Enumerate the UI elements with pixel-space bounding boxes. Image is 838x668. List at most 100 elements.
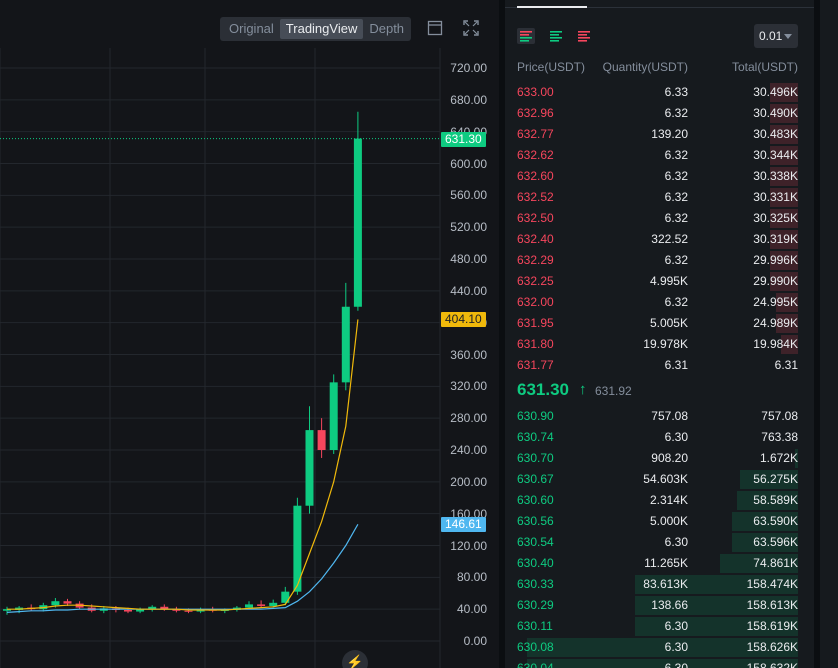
orderbook-mode-both-icon[interactable]: [517, 28, 535, 44]
ask-total: 30.319K: [753, 232, 798, 246]
ask-price: 631.77: [517, 358, 554, 372]
bid-price: 630.90: [517, 409, 554, 423]
ask-quantity: 6.32: [664, 211, 688, 225]
ask-quantity: 322.52: [651, 232, 688, 246]
bid-row[interactable]: 630.54 6.30 63.596K: [505, 532, 814, 553]
bid-price: 630.54: [517, 535, 554, 549]
ask-row[interactable]: 632.96 6.32 30.490K: [505, 103, 814, 124]
ask-total: 24.995K: [753, 295, 798, 309]
orderbook-mode-asks-icon[interactable]: [575, 28, 593, 44]
ask-row[interactable]: 631.77 6.31 6.31: [505, 355, 814, 376]
ma-fast-price-tag: 404.10: [441, 312, 486, 328]
last-price: 631.30: [517, 380, 569, 399]
precision-value: 0.01: [759, 29, 783, 43]
chevron-down-icon: [784, 34, 792, 39]
precision-select[interactable]: 0.01: [754, 24, 798, 48]
bid-price: 630.70: [517, 451, 554, 465]
ask-price: 632.77: [517, 127, 554, 141]
ask-price: 632.52: [517, 190, 554, 204]
ask-row[interactable]: 632.60 6.32 30.338K: [505, 166, 814, 187]
ask-total: 30.483K: [753, 127, 798, 141]
ask-total: 30.338K: [753, 169, 798, 183]
ask-total: 30.496K: [753, 85, 798, 99]
chart-panel: Original TradingView Depth 720.00 680.00 6…: [0, 0, 499, 668]
price-axis-label: 80.00: [456, 570, 487, 585]
bid-total: 58.589K: [753, 493, 798, 507]
ask-row[interactable]: 632.25 4.995K 29.990K: [505, 271, 814, 292]
bid-total: 158.613K: [746, 598, 798, 612]
ask-row[interactable]: 632.52 6.32 30.331K: [505, 187, 814, 208]
bid-total: 158.626K: [746, 640, 798, 654]
bid-row[interactable]: 630.67 54.603K 56.275K: [505, 469, 814, 490]
ask-row[interactable]: 632.40 322.52 30.319K: [505, 229, 814, 250]
bid-row[interactable]: 630.04 6.30 158.632K: [505, 658, 814, 668]
bid-row[interactable]: 630.74 6.30 763.38: [505, 427, 814, 448]
order-book: 0.01 Price(USDT) Quantity(USDT) Total(US…: [505, 0, 814, 668]
bid-total: 63.596K: [753, 535, 798, 549]
ask-total: 29.996K: [753, 253, 798, 267]
ask-price: 633.00: [517, 85, 554, 99]
ask-row[interactable]: 632.50 6.32 30.325K: [505, 208, 814, 229]
ask-total: 24.989K: [753, 316, 798, 330]
ask-quantity: 6.32: [664, 106, 688, 120]
orderbook-mode-bids-icon[interactable]: [547, 28, 565, 44]
bid-total: 158.474K: [746, 577, 798, 591]
bid-total: 158.632K: [746, 661, 798, 668]
price-axis: 720.00680.00640.00600.00560.00520.00480.…: [0, 0, 499, 668]
ask-row[interactable]: 632.29 6.32 29.996K: [505, 250, 814, 271]
bid-total: 763.38: [761, 430, 798, 444]
ask-row[interactable]: 632.77 139.20 30.483K: [505, 124, 814, 145]
ask-quantity: 6.31: [664, 358, 688, 372]
price-axis-label: 440.00: [450, 283, 487, 298]
bid-row[interactable]: 630.90 757.08 757.08: [505, 406, 814, 427]
ask-total: 30.490K: [753, 106, 798, 120]
bid-total: 158.619K: [746, 619, 798, 633]
ask-row[interactable]: 632.62 6.32 30.344K: [505, 145, 814, 166]
mark-price: 631.92: [595, 384, 632, 398]
bid-quantity: 908.20: [651, 451, 688, 465]
price-axis-label: 120.00: [450, 538, 487, 553]
ask-row[interactable]: 633.00 6.33 30.496K: [505, 82, 814, 103]
bid-row[interactable]: 630.40 11.265K 74.861K: [505, 553, 814, 574]
ask-price: 631.95: [517, 316, 554, 330]
bid-price: 630.11: [517, 619, 553, 633]
bid-quantity: 757.08: [651, 409, 688, 423]
bid-quantity: 6.30: [664, 535, 688, 549]
ask-price: 632.29: [517, 253, 554, 267]
bid-row[interactable]: 630.56 5.000K 63.590K: [505, 511, 814, 532]
bid-price: 630.33: [517, 577, 554, 591]
ask-quantity: 19.978K: [643, 337, 688, 351]
bid-row[interactable]: 630.11 6.30 158.619K: [505, 616, 814, 637]
ask-row[interactable]: 632.00 6.32 24.995K: [505, 292, 814, 313]
price-axis-label: 600.00: [450, 156, 487, 171]
bid-quantity: 54.603K: [643, 472, 688, 486]
bid-price: 630.56: [517, 514, 554, 528]
ask-total: 30.331K: [753, 190, 798, 204]
price-axis-label: 480.00: [450, 252, 487, 266]
header-quantity: Quantity(USDT): [602, 60, 688, 74]
ask-total: 30.344K: [753, 148, 798, 162]
price-axis-label: 720.00: [450, 61, 487, 75]
ask-price: 631.80: [517, 337, 554, 351]
bid-row[interactable]: 630.70 908.20 1.672K: [505, 448, 814, 469]
bid-row[interactable]: 630.29 138.66 158.613K: [505, 595, 814, 616]
bid-price: 630.67: [517, 472, 554, 486]
header-price: Price(USDT): [517, 60, 585, 74]
bid-price: 630.74: [517, 430, 554, 444]
last-price-tag: 631.30: [441, 131, 486, 147]
bid-row[interactable]: 630.33 83.613K 158.474K: [505, 574, 814, 595]
price-axis-label: 280.00: [450, 411, 487, 426]
bid-row[interactable]: 630.60 2.314K 58.589K: [505, 490, 814, 511]
ask-row[interactable]: 631.80 19.978K 19.984K: [505, 334, 814, 355]
price-axis-label: 560.00: [450, 188, 487, 203]
up-arrow-icon: ↑: [579, 381, 587, 398]
ask-total: 29.990K: [753, 274, 798, 288]
ask-row[interactable]: 631.95 5.005K 24.989K: [505, 313, 814, 334]
bid-row[interactable]: 630.08 6.30 158.626K: [505, 637, 814, 658]
ask-quantity: 6.32: [664, 253, 688, 267]
ask-quantity: 6.32: [664, 190, 688, 204]
ask-quantity: 4.995K: [649, 274, 688, 288]
bid-price: 630.04: [517, 661, 554, 668]
bid-quantity: 6.30: [664, 619, 688, 633]
bid-total: 63.590K: [753, 514, 798, 528]
